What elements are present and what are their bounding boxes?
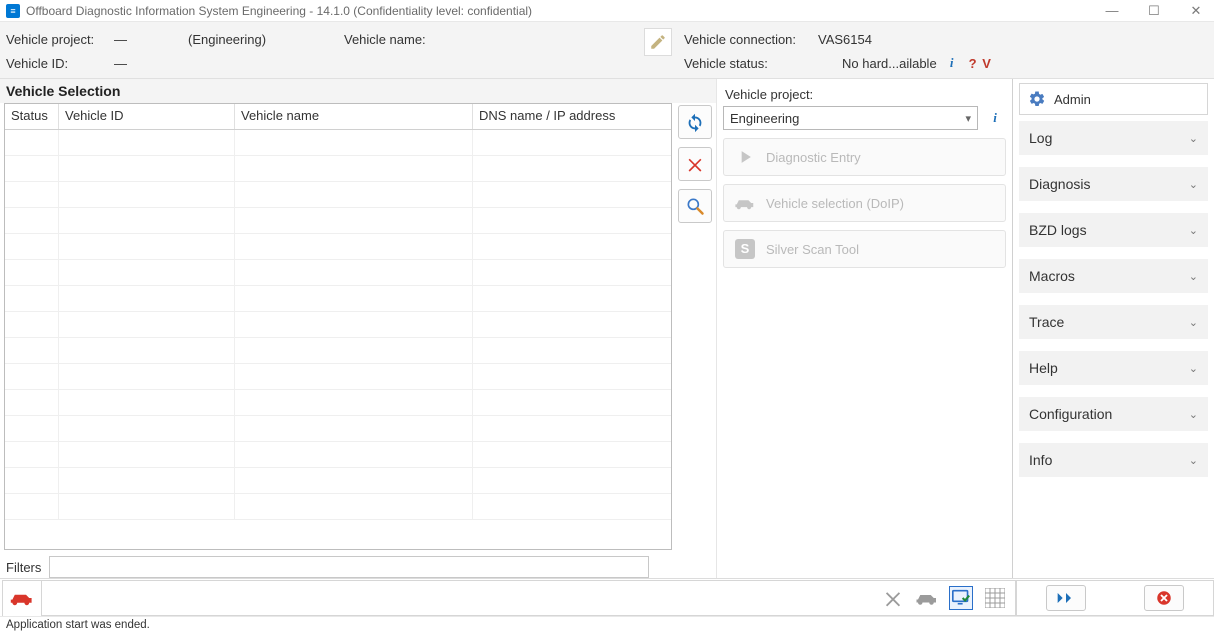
vehicle-selection-doip-label: Vehicle selection (DoIP) bbox=[766, 196, 904, 211]
bottom-toolbar bbox=[0, 578, 1214, 616]
titlebar: ≡ Offboard Diagnostic Information System… bbox=[0, 0, 1214, 22]
accordion-diagnosis[interactable]: Diagnosis⌄ bbox=[1019, 167, 1208, 201]
vehicle-status-value: No hard...ailable bbox=[842, 56, 937, 71]
expand-icon: ⌄ bbox=[1189, 178, 1198, 191]
vehicle-connection-label: Vehicle connection: bbox=[684, 32, 818, 47]
accordion-info[interactable]: Info⌄ bbox=[1019, 443, 1208, 477]
accordion-macros[interactable]: Macros⌄ bbox=[1019, 259, 1208, 293]
window-title: Offboard Diagnostic Information System E… bbox=[26, 4, 1100, 18]
car-icon bbox=[734, 192, 756, 214]
filters-input[interactable] bbox=[49, 556, 649, 578]
vehicle-project-value: — bbox=[114, 32, 174, 47]
question-v-icon[interactable]: ? V bbox=[969, 56, 992, 71]
vehicle-project-label: Vehicle project: bbox=[6, 32, 114, 47]
accordion-bzd-logs[interactable]: BZD logs⌄ bbox=[1019, 213, 1208, 247]
vehicle-connection-value: VAS6154 bbox=[818, 32, 872, 47]
expand-icon: ⌄ bbox=[1189, 408, 1198, 421]
main: Vehicle Selection Status Vehicle ID Vehi… bbox=[0, 79, 1214, 578]
expand-icon: ⌄ bbox=[1189, 270, 1198, 283]
table-row[interactable] bbox=[5, 260, 671, 286]
gear-icon bbox=[1028, 90, 1046, 108]
table-row[interactable] bbox=[5, 390, 671, 416]
play-icon bbox=[734, 146, 756, 168]
vehicle-selection-title: Vehicle Selection bbox=[0, 79, 716, 103]
vehicle-name-label: Vehicle name: bbox=[344, 32, 426, 47]
col-vehicle-id[interactable]: Vehicle ID bbox=[59, 104, 235, 129]
vehicle-selection-doip-button: Vehicle selection (DoIP) bbox=[723, 184, 1006, 222]
col-vehicle-name[interactable]: Vehicle name bbox=[235, 104, 473, 129]
search-button[interactable] bbox=[678, 189, 712, 223]
col-right: Admin Log⌄ Diagnosis⌄ BZD logs⌄ Macros⌄ … bbox=[1012, 79, 1214, 578]
admin-label: Admin bbox=[1054, 92, 1091, 107]
silver-scan-tool-label: Silver Scan Tool bbox=[766, 242, 859, 257]
vehicle-id-label: Vehicle ID: bbox=[6, 56, 114, 71]
accordion-help[interactable]: Help⌄ bbox=[1019, 351, 1208, 385]
filters-label: Filters bbox=[6, 560, 41, 575]
chevron-down-icon: ▾ bbox=[965, 112, 971, 125]
diagnostic-entry-label: Diagnostic Entry bbox=[766, 150, 861, 165]
accordion-configuration[interactable]: Configuration⌄ bbox=[1019, 397, 1208, 431]
engineering-text: (Engineering) bbox=[188, 32, 266, 47]
vehicle-project-label-mid: Vehicle project: bbox=[725, 87, 1004, 102]
forward-button[interactable] bbox=[1046, 585, 1086, 611]
table-row[interactable] bbox=[5, 234, 671, 260]
table-row[interactable] bbox=[5, 364, 671, 390]
table-row[interactable] bbox=[5, 156, 671, 182]
expand-icon: ⌄ bbox=[1189, 454, 1198, 467]
diagnostic-entry-button: Diagnostic Entry bbox=[723, 138, 1006, 176]
expand-icon: ⌄ bbox=[1189, 132, 1198, 145]
tab-car[interactable] bbox=[2, 580, 42, 616]
expand-icon: ⌄ bbox=[1189, 362, 1198, 375]
admin-box[interactable]: Admin bbox=[1019, 83, 1208, 115]
monitor-check-icon[interactable] bbox=[949, 586, 973, 610]
refresh-button[interactable] bbox=[678, 105, 712, 139]
status-bar: Application start was ended. bbox=[0, 616, 1214, 636]
expand-icon: ⌄ bbox=[1189, 316, 1198, 329]
delete-button[interactable] bbox=[678, 147, 712, 181]
info-icon[interactable]: i bbox=[984, 107, 1006, 129]
accordion-trace[interactable]: Trace⌄ bbox=[1019, 305, 1208, 339]
table-row[interactable] bbox=[5, 442, 671, 468]
table-row[interactable] bbox=[5, 468, 671, 494]
table-row[interactable] bbox=[5, 208, 671, 234]
table-row[interactable] bbox=[5, 182, 671, 208]
col-left: Vehicle Selection Status Vehicle ID Vehi… bbox=[0, 79, 716, 578]
table-row[interactable] bbox=[5, 286, 671, 312]
header: Vehicle project: — (Engineering) Vehicle… bbox=[0, 22, 1214, 79]
col-status[interactable]: Status bbox=[5, 104, 59, 129]
close-button[interactable]: ✕ bbox=[1184, 3, 1208, 19]
status-text: Application start was ended. bbox=[6, 619, 150, 631]
vehicle-project-combo[interactable]: Engineering ▾ bbox=[723, 106, 978, 130]
table-row[interactable] bbox=[5, 312, 671, 338]
minimize-button[interactable]: — bbox=[1100, 3, 1124, 19]
stop-button[interactable] bbox=[1144, 585, 1184, 611]
car-grey-icon[interactable] bbox=[915, 586, 939, 610]
col-dns[interactable]: DNS name / IP address bbox=[473, 104, 671, 129]
table-row[interactable] bbox=[5, 494, 671, 520]
grid-icon[interactable] bbox=[983, 586, 1007, 610]
table-row[interactable] bbox=[5, 416, 671, 442]
expand-icon: ⌄ bbox=[1189, 224, 1198, 237]
table-row[interactable] bbox=[5, 338, 671, 364]
table-row[interactable] bbox=[5, 130, 671, 156]
table-body bbox=[5, 130, 671, 520]
maximize-button[interactable]: ☐ bbox=[1142, 3, 1166, 19]
col-mid: Vehicle project: Engineering ▾ i Diagnos… bbox=[716, 79, 1012, 578]
vehicle-table[interactable]: Status Vehicle ID Vehicle name DNS name … bbox=[4, 103, 672, 550]
silver-scan-tool-button: S Silver Scan Tool bbox=[723, 230, 1006, 268]
edit-icon[interactable] bbox=[644, 28, 672, 56]
accordion-log[interactable]: Log⌄ bbox=[1019, 121, 1208, 155]
combo-value: Engineering bbox=[730, 111, 799, 126]
info-icon[interactable]: i bbox=[943, 54, 961, 72]
table-header: Status Vehicle ID Vehicle name DNS name … bbox=[5, 104, 671, 130]
s-icon: S bbox=[734, 238, 756, 260]
vehicle-status-label: Vehicle status: bbox=[684, 56, 818, 71]
bottom-main bbox=[42, 580, 1016, 616]
bottom-right bbox=[1016, 580, 1214, 616]
disconnect-icon[interactable] bbox=[881, 586, 905, 610]
vehicle-id-value: — bbox=[114, 56, 174, 71]
app-icon: ≡ bbox=[6, 4, 20, 18]
